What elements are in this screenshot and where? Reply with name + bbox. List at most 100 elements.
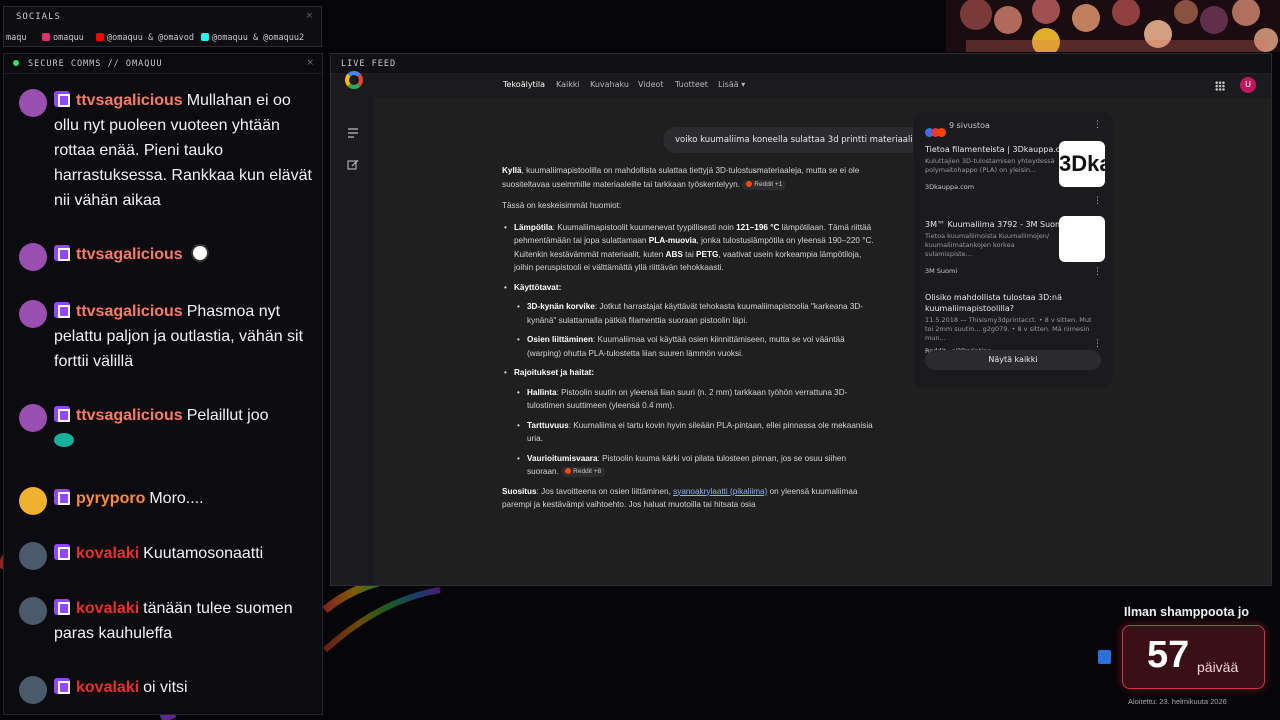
search-nav-bar: Tekoälytila Kaikki Kuvahaku Videot Tuott… <box>331 74 1271 98</box>
soccer-ball-emote-icon <box>190 244 209 262</box>
chat-close-icon[interactable]: × <box>306 58 314 68</box>
chat-text: Moro.... <box>149 490 204 507</box>
social-handle: @omaquu & @omavod <box>107 33 194 43</box>
ai-answer-area: voiko kuumaliima koneella sulattaa 3d pr… <box>375 98 1271 585</box>
answer-intro: , kuumaliimapistoolilla on mahdollista s… <box>502 166 860 189</box>
social-handle: maqu <box>6 33 27 43</box>
avatar <box>19 89 47 117</box>
chat-username[interactable]: kovalaki <box>76 679 139 696</box>
chat-message: ttvsagalicious Pelaillut joo <box>16 403 312 453</box>
chat-message: kovalaki oi vitsi <box>16 675 312 704</box>
chat-header: SECURE COMMS // OMAQUU × <box>4 54 322 74</box>
avatar <box>19 404 47 432</box>
list-item: Osien liittäminen: Kuumaliimaa voi käytt… <box>502 333 874 360</box>
arrow-up-icon <box>1098 650 1111 664</box>
tab-all[interactable]: Kaikki <box>556 80 580 89</box>
twitch-badge-icon <box>54 245 70 261</box>
socials-close-icon[interactable]: × <box>305 11 313 21</box>
chat-title: SECURE COMMS // OMAQUU <box>28 59 163 69</box>
source-site: 3M Suomi <box>925 267 958 275</box>
chat-text: Kuutamosonaatti <box>143 545 264 562</box>
avatar <box>19 243 47 271</box>
avatar <box>19 597 47 625</box>
chat-username[interactable]: pyryporo <box>76 490 145 507</box>
twitch-badge-icon <box>54 302 70 318</box>
chat-username[interactable]: ttvsagalicious <box>76 246 183 263</box>
tiktok-icon <box>201 33 209 41</box>
sidebar <box>331 98 375 585</box>
list-item: Vaurioitumisvaara: Pistoolin kuuma kärki… <box>502 452 874 479</box>
chat-message: ttvsagalicious Mullahan ei oo ollu nyt pu… <box>16 88 312 213</box>
socials-title: SOCIALS <box>16 12 61 22</box>
twitch-badge-icon <box>54 489 70 505</box>
source-chip[interactable]: Reddit +8 <box>561 467 606 477</box>
list-item: Rajoitukset ja haitat: <box>502 366 874 380</box>
emote-icon <box>54 433 74 447</box>
history-list-icon[interactable] <box>347 128 359 138</box>
live-dot-icon <box>13 60 19 66</box>
socials-ticker: maqu omaquu @omaquu & @omavod @omaquu & … <box>4 31 321 47</box>
avatar <box>19 300 47 328</box>
day-counter: 57 päivää <box>1122 625 1265 689</box>
new-chat-icon[interactable] <box>347 160 359 170</box>
show-all-button[interactable]: Näytä kaikki <box>925 350 1101 370</box>
counter-unit: päivää <box>1197 659 1239 675</box>
live-feed-window: LIVE FEED Tekoälytila Kaikki Kuvahaku Vi… <box>330 53 1272 586</box>
twitch-badge-icon <box>54 678 70 694</box>
list-item: Tarttuvuus: Kuumaliima ei tartu kovin hy… <box>502 419 874 446</box>
list-item: 3D-kynän korvike: Jotkut harrastajat käy… <box>502 300 874 327</box>
twitch-badge-icon <box>54 406 70 422</box>
ai-answer: Kyllä, kuumaliimapistoolilla on mahdolli… <box>502 164 874 520</box>
avatar <box>19 676 47 704</box>
source-thumbnail[interactable] <box>1059 216 1105 262</box>
more-options-icon[interactable]: ⋮ <box>1093 267 1102 277</box>
avatar <box>19 487 47 515</box>
sources-count: 9 sivustoa <box>949 121 990 130</box>
chat-username[interactable]: kovalaki <box>76 600 139 617</box>
social-handle: @omaquu & @omaquu2 <box>212 33 305 43</box>
more-options-icon[interactable]: ⋮ <box>1093 120 1102 130</box>
chat-text: Pelaillut joo <box>186 407 269 424</box>
chat-text: Mullahan ei oo ollu nyt puoleen vuoteen … <box>54 92 312 209</box>
list-item: Käyttötavat: <box>502 281 874 295</box>
chat-message: ttvsagalicious <box>16 242 312 271</box>
counter-days: 57 <box>1147 634 1190 676</box>
list-item: Hallinta: Pistoolin suutin on yleensä li… <box>502 386 874 413</box>
more-options-icon[interactable]: ⋮ <box>1093 196 1102 206</box>
source-desc: Tietoa kuumaliimoista Kuumaliimojen/ kuu… <box>925 232 1050 258</box>
source-desc: Kuluttajien 3D-tulostamisen yhteydessä p… <box>925 157 1055 174</box>
chat-username[interactable]: kovalaki <box>76 545 139 562</box>
counter-caption: Ilman shamppoota jo <box>1124 605 1250 619</box>
chat-message: ttvsagalicious Phasmoa nyt pelattu paljon… <box>16 299 312 374</box>
apps-grid-icon[interactable] <box>1215 81 1225 91</box>
sources-panel: 9 sivustoa ⋮ Tietoa filamenteista | 3Dka… <box>913 112 1113 388</box>
user-question: voiko kuumaliima koneella sulattaa 3d pr… <box>663 127 930 153</box>
webcam-collage <box>946 0 1280 52</box>
source-favicons <box>925 122 946 141</box>
live-feed-title: LIVE FEED <box>341 59 397 69</box>
twitch-badge-icon <box>54 91 70 107</box>
source-thumbnail[interactable]: 3Dka <box>1059 141 1105 187</box>
tab-videos[interactable]: Videot <box>638 80 664 89</box>
source-chip[interactable]: Reddit +1 <box>742 179 787 190</box>
youtube-icon <box>96 33 104 41</box>
more-options-icon[interactable]: ⋮ <box>1093 339 1102 349</box>
answer-link[interactable]: syanoakrylaatti (pikaliima) <box>673 487 767 496</box>
chat-message: kovalaki tänään tulee suomen paras kauhul… <box>16 596 312 646</box>
tab-images[interactable]: Kuvahaku <box>590 80 629 89</box>
chat-message: kovalaki Kuutamosonaatti <box>16 541 312 570</box>
source-desc: 11.5.2018 — Thisismy3dprintacct. • 8 v s… <box>925 316 1092 342</box>
chat-username[interactable]: ttvsagalicious <box>76 303 183 320</box>
twitch-badge-icon <box>54 599 70 615</box>
source-card[interactable]: Olisiko mahdollista tulostaa 3D:nä kuuma… <box>925 292 1105 355</box>
tab-more[interactable]: Lisää ▾ <box>718 80 745 89</box>
account-avatar[interactable]: U <box>1240 77 1256 93</box>
chat-username[interactable]: ttvsagalicious <box>76 92 183 109</box>
google-logo-icon[interactable] <box>345 71 363 89</box>
source-title[interactable]: Olisiko mahdollista tulostaa 3D:nä kuuma… <box>925 292 1105 314</box>
counter-start-date: Aloitettu: 23. helmikuuta 2026 <box>1128 697 1227 706</box>
tab-products[interactable]: Tuotteet <box>675 80 708 89</box>
tab-ai-mode[interactable]: Tekoälytila <box>503 80 545 89</box>
chat-username[interactable]: ttvsagalicious <box>76 407 183 424</box>
answer-lead-bold: Kyllä <box>502 166 522 175</box>
